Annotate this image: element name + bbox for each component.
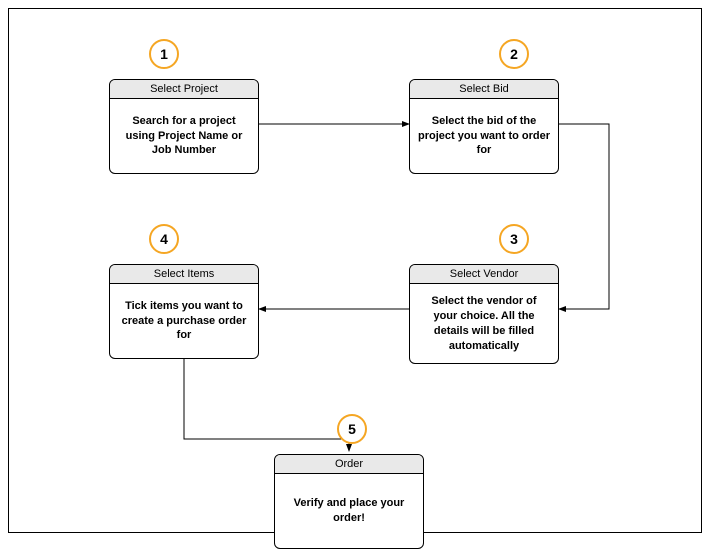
step-box-select-bid: Select Bid Select the bid of the project… [409, 79, 559, 174]
step-number-4: 4 [149, 224, 179, 254]
step-box-order: Order Verify and place your order! [274, 454, 424, 549]
step-number-2: 2 [499, 39, 529, 69]
step-number-3: 3 [499, 224, 529, 254]
step-title-3: Select Vendor [410, 265, 558, 284]
step-box-select-project: Select Project Search for a project usin… [109, 79, 259, 174]
step-desc-3: Select the vendor of your choice. All th… [410, 284, 558, 363]
step-desc-2: Select the bid of the project you want t… [410, 99, 558, 173]
diagram-frame: 1 Select Project Search for a project us… [8, 8, 702, 533]
step-number-1: 1 [149, 39, 179, 69]
step-title-5: Order [275, 455, 423, 474]
step-box-select-vendor: Select Vendor Select the vendor of your … [409, 264, 559, 364]
step-title-2: Select Bid [410, 80, 558, 99]
step-desc-4: Tick items you want to create a purchase… [110, 284, 258, 358]
step-box-select-items: Select Items Tick items you want to crea… [109, 264, 259, 359]
step-number-5: 5 [337, 414, 367, 444]
step-desc-1: Search for a project using Project Name … [110, 99, 258, 173]
step-desc-5: Verify and place your order! [275, 474, 423, 548]
step-title-1: Select Project [110, 80, 258, 99]
step-title-4: Select Items [110, 265, 258, 284]
